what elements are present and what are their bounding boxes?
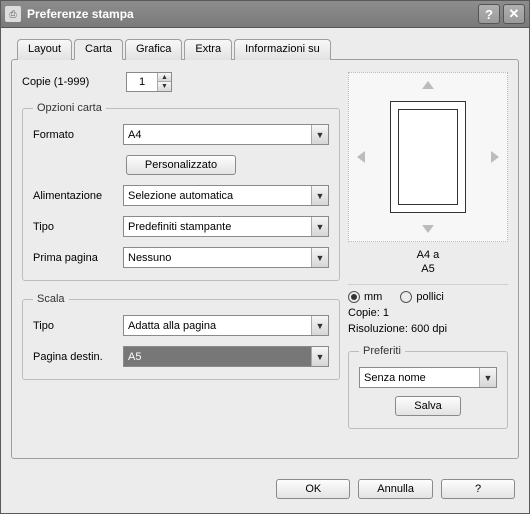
tab-layout[interactable]: Layout bbox=[17, 39, 72, 60]
chevron-down-icon: ▼ bbox=[311, 125, 328, 144]
scale-dest-select[interactable]: A5 ▼ bbox=[123, 346, 329, 367]
copies-label: Copie (1-999) bbox=[22, 76, 126, 88]
page-preview bbox=[348, 72, 508, 242]
scale-dest-label: Pagina destin. bbox=[33, 351, 123, 363]
page-inner bbox=[398, 109, 458, 205]
copies-input[interactable] bbox=[127, 73, 157, 91]
format-label: Formato bbox=[33, 129, 123, 141]
preview-line1: A4 a bbox=[348, 248, 508, 262]
cancel-button[interactable]: Annulla bbox=[358, 479, 433, 499]
paper-options-legend: Opzioni carta bbox=[33, 102, 106, 114]
arrow-right-icon bbox=[491, 151, 499, 163]
window-title: Preferenze stampa bbox=[27, 7, 475, 21]
favorites-select[interactable]: Senza nome ▼ bbox=[359, 367, 497, 388]
feed-label: Alimentazione bbox=[33, 190, 123, 202]
printer-icon: ⎙ bbox=[5, 6, 21, 22]
unit-mm[interactable]: mm bbox=[348, 291, 382, 303]
feed-select[interactable]: Selezione automatica ▼ bbox=[123, 185, 329, 206]
chevron-down-icon: ▼ bbox=[479, 368, 496, 387]
radio-inches[interactable] bbox=[400, 291, 412, 303]
tab-carta[interactable]: Carta bbox=[74, 39, 123, 60]
close-button[interactable]: ✕ bbox=[503, 4, 525, 24]
paper-type-label: Tipo bbox=[33, 221, 123, 233]
help-titlebar-button[interactable]: ? bbox=[478, 4, 500, 24]
scale-group: Scala Tipo Adatta alla pagina ▼ Pagina d… bbox=[22, 293, 340, 380]
firstpage-label: Prima pagina bbox=[33, 252, 123, 264]
arrow-left-icon bbox=[357, 151, 365, 163]
arrow-down-icon bbox=[422, 225, 434, 233]
chevron-down-icon: ▼ bbox=[311, 347, 328, 366]
arrow-up-icon bbox=[422, 81, 434, 89]
copies-down[interactable]: ▼ bbox=[158, 82, 171, 91]
save-favorite-button[interactable]: Salva bbox=[395, 396, 461, 416]
help-button[interactable]: ? bbox=[441, 479, 515, 499]
firstpage-select[interactable]: Nessuno ▼ bbox=[123, 247, 329, 268]
paper-type-select[interactable]: Predefiniti stampante ▼ bbox=[123, 216, 329, 237]
custom-format-button[interactable]: Personalizzato bbox=[126, 155, 236, 175]
chevron-down-icon: ▼ bbox=[311, 248, 328, 267]
scale-type-select[interactable]: Adatta alla pagina ▼ bbox=[123, 315, 329, 336]
chevron-down-icon: ▼ bbox=[311, 186, 328, 205]
scale-type-label: Tipo bbox=[33, 320, 123, 332]
info-resolution: Risoluzione: 600 dpi bbox=[348, 323, 508, 335]
tab-extra[interactable]: Extra bbox=[184, 39, 232, 60]
scale-legend: Scala bbox=[33, 293, 69, 305]
chevron-down-icon: ▼ bbox=[311, 217, 328, 236]
tab-info[interactable]: Informazioni su bbox=[234, 39, 331, 60]
page-outer bbox=[390, 101, 466, 213]
ok-button[interactable]: OK bbox=[276, 479, 350, 499]
info-copies: Copie: 1 bbox=[348, 307, 508, 319]
format-select[interactable]: A4 ▼ bbox=[123, 124, 329, 145]
favorites-legend: Preferiti bbox=[359, 345, 405, 357]
copies-up[interactable]: ▲ bbox=[158, 73, 171, 82]
copies-spinner[interactable]: ▲ ▼ bbox=[126, 72, 172, 92]
tab-grafica[interactable]: Grafica bbox=[125, 39, 182, 60]
unit-inches[interactable]: pollici bbox=[400, 291, 444, 303]
radio-mm[interactable] bbox=[348, 291, 360, 303]
paper-options-group: Opzioni carta Formato A4 ▼ Personalizzat… bbox=[22, 102, 340, 281]
chevron-down-icon: ▼ bbox=[311, 316, 328, 335]
favorites-group: Preferiti Senza nome ▼ Salva bbox=[348, 345, 508, 429]
preview-line2: A5 bbox=[348, 262, 508, 276]
